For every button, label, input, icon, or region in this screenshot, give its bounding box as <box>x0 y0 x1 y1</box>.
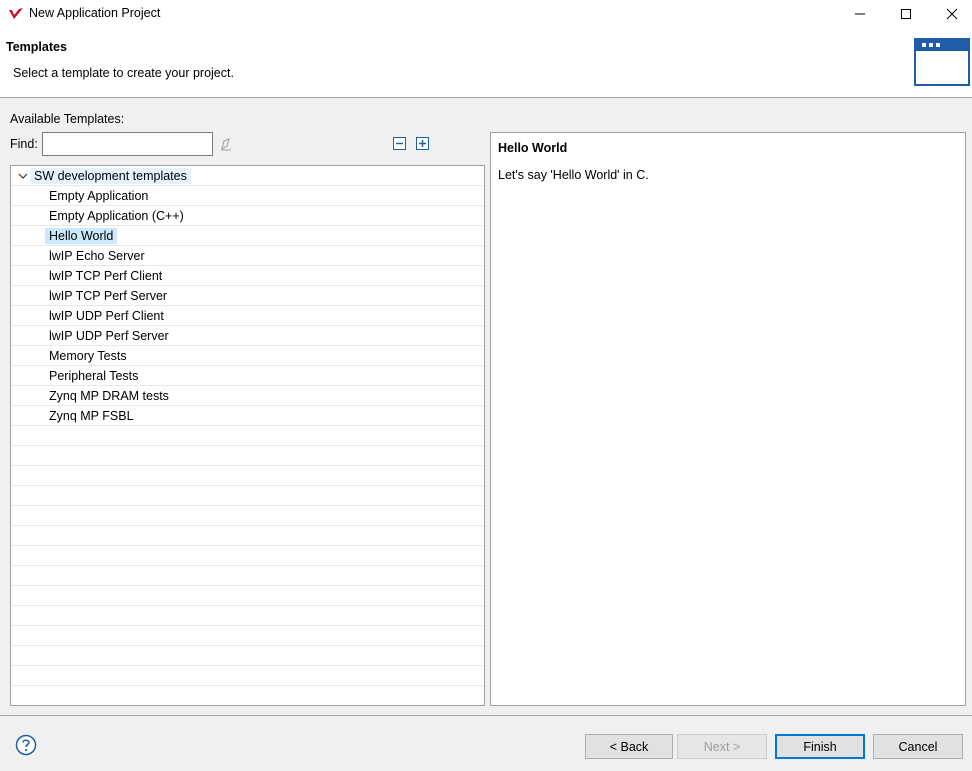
tree-item-label[interactable]: Memory Tests <box>45 348 131 364</box>
tree-item[interactable]: lwIP Echo Server <box>11 246 484 266</box>
template-description-panel: Hello World Let's say 'Hello World' in C… <box>490 132 966 706</box>
tree-item[interactable]: Empty Application (C++) <box>11 206 484 226</box>
tree-item-label[interactable]: Empty Application <box>45 188 152 204</box>
tree-empty-row <box>11 566 484 586</box>
tree-item-label[interactable]: lwIP Echo Server <box>45 248 149 264</box>
collapse-all-icon[interactable] <box>393 137 406 150</box>
app-logo-icon <box>9 8 23 19</box>
tree-item[interactable]: Hello World <box>11 226 484 246</box>
back-button[interactable]: < Back <box>585 734 673 759</box>
maximize-icon <box>901 9 911 19</box>
maximize-button[interactable] <box>883 0 929 28</box>
templates-tree[interactable]: SW development templates Empty Applicati… <box>10 165 485 706</box>
tree-item[interactable]: Empty Application <box>11 186 484 206</box>
description-title: Hello World <box>498 141 568 155</box>
page-title: Templates <box>6 40 67 54</box>
tree-empty-row <box>11 446 484 466</box>
tree-item-label[interactable]: lwIP UDP Perf Client <box>45 308 168 324</box>
new-application-window-icon <box>914 38 970 86</box>
minimize-icon <box>855 13 865 15</box>
description-text: Let's say 'Hello World' in C. <box>498 168 649 182</box>
tree-empty-row <box>11 526 484 546</box>
tree-empty-row <box>11 466 484 486</box>
tree-item[interactable]: Zynq MP FSBL <box>11 406 484 426</box>
tree-item-label[interactable]: Peripheral Tests <box>45 368 142 384</box>
tree-item[interactable]: lwIP UDP Perf Server <box>11 326 484 346</box>
next-button[interactable]: Next > <box>677 734 767 759</box>
wizard-header: Templates Select a template to create yo… <box>0 28 972 98</box>
find-input[interactable] <box>42 132 213 156</box>
tree-empty-row <box>11 546 484 566</box>
help-icon[interactable] <box>15 734 37 756</box>
find-label: Find: <box>10 137 38 151</box>
close-icon <box>946 8 958 20</box>
tree-item[interactable]: lwIP TCP Perf Server <box>11 286 484 306</box>
minimize-button[interactable] <box>837 0 883 28</box>
tree-category-label[interactable]: SW development templates <box>30 168 191 184</box>
close-button[interactable] <box>929 0 972 28</box>
chevron-down-icon[interactable] <box>18 172 28 180</box>
cancel-button[interactable]: Cancel <box>873 734 963 759</box>
tree-item-label[interactable]: Empty Application (C++) <box>45 208 188 224</box>
tree-item-label[interactable]: lwIP UDP Perf Server <box>45 328 173 344</box>
tree-empty-row <box>11 626 484 646</box>
tree-item-label-selected[interactable]: Hello World <box>45 228 118 244</box>
finish-button[interactable]: Finish <box>775 734 865 759</box>
tree-item-label[interactable]: lwIP TCP Perf Client <box>45 268 166 284</box>
tree-item[interactable]: lwIP TCP Perf Client <box>11 266 484 286</box>
available-templates-label: Available Templates: <box>10 112 125 126</box>
footer-divider <box>0 715 972 716</box>
tree-empty-row <box>11 486 484 506</box>
tree-item[interactable]: Peripheral Tests <box>11 366 484 386</box>
tree-empty-row <box>11 686 484 705</box>
tree-category-row[interactable]: SW development templates <box>11 166 484 186</box>
tree-item[interactable]: Zynq MP DRAM tests <box>11 386 484 406</box>
tree-item-label[interactable]: Zynq MP DRAM tests <box>45 388 173 404</box>
tree-empty-row <box>11 666 484 686</box>
clear-filter-icon[interactable] <box>219 137 233 151</box>
tree-empty-row <box>11 646 484 666</box>
tree-empty-row <box>11 586 484 606</box>
tree-item[interactable]: Memory Tests <box>11 346 484 366</box>
window-title: New Application Project <box>29 6 161 20</box>
page-description: Select a template to create your project… <box>13 66 234 80</box>
tree-empty-row <box>11 426 484 446</box>
expand-all-icon[interactable] <box>416 137 429 150</box>
tree-empty-row <box>11 606 484 626</box>
tree-item-label[interactable]: Zynq MP FSBL <box>45 408 138 424</box>
title-bar: New Application Project <box>0 0 972 28</box>
tree-item[interactable]: lwIP UDP Perf Client <box>11 306 484 326</box>
tree-item-label[interactable]: lwIP TCP Perf Server <box>45 288 171 304</box>
tree-empty-row <box>11 506 484 526</box>
